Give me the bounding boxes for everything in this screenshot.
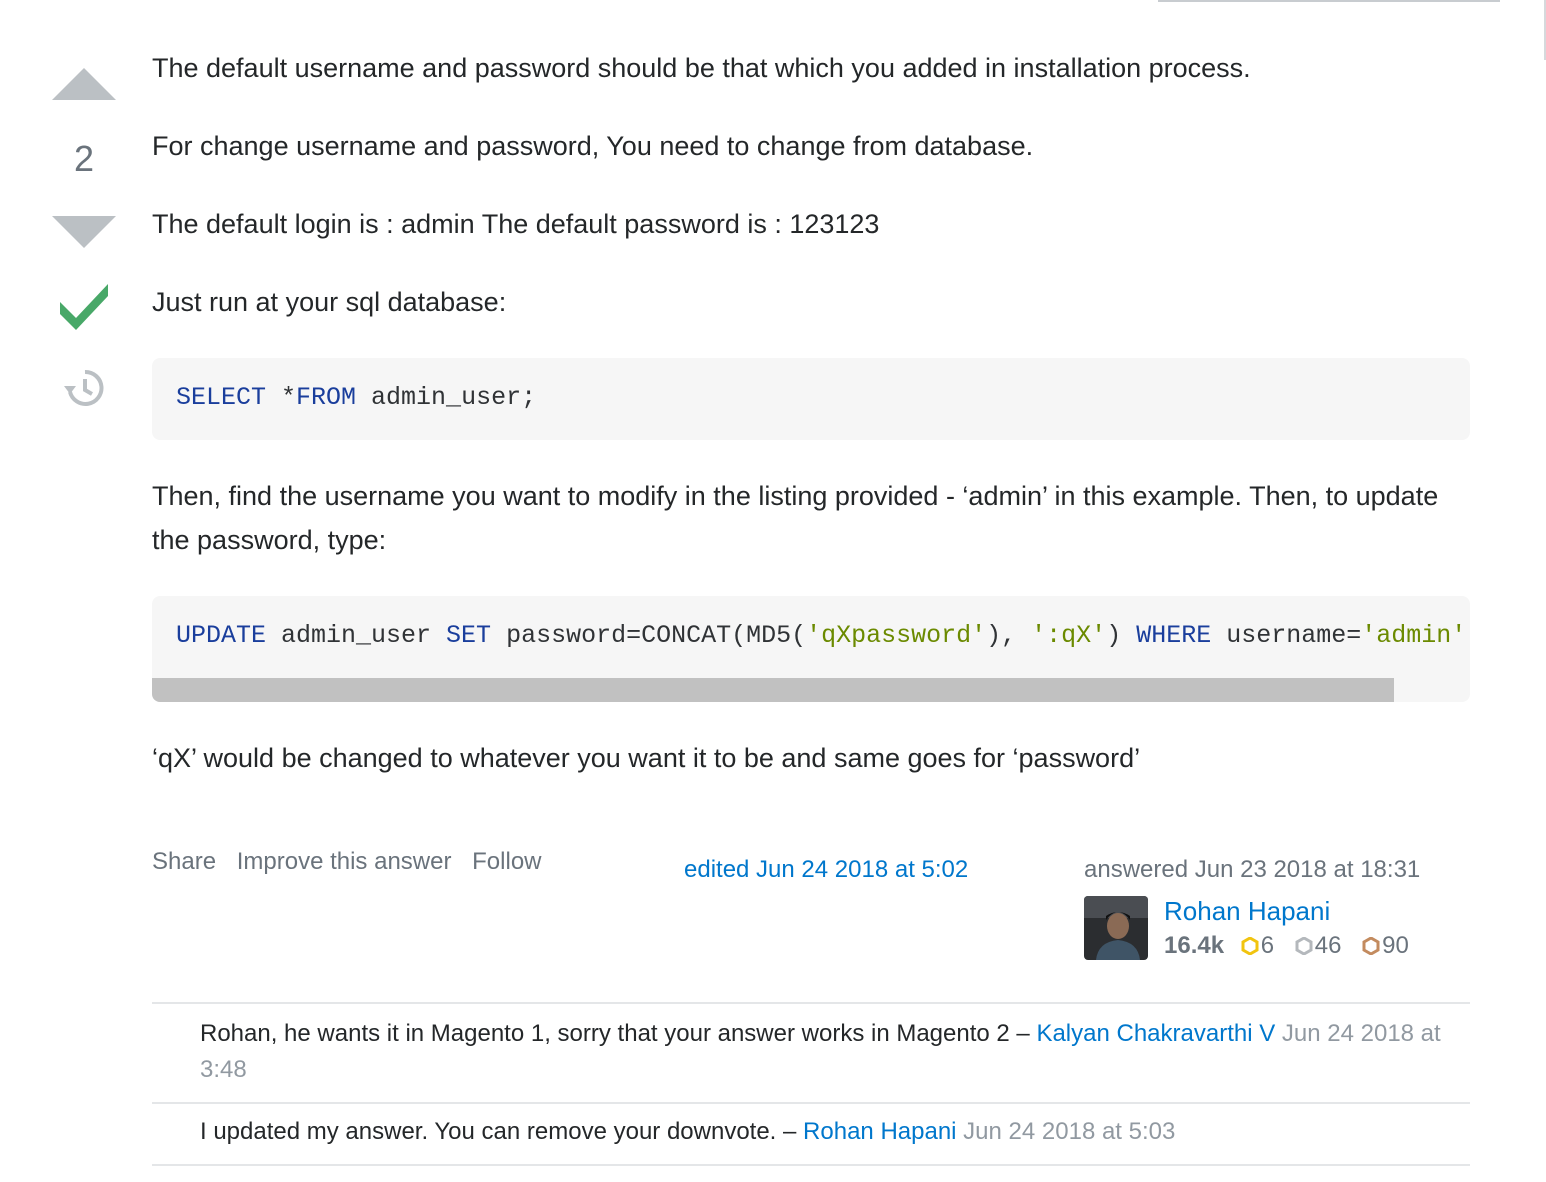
code-text: admin_user [266,621,447,650]
comment: I updated my answer. You can remove your… [200,1114,1460,1150]
horizontal-scrollbar[interactable] [152,678,1394,702]
silver-badge-icon [1295,937,1313,955]
code-keyword: UPDATE [176,621,267,650]
code-keyword: SELECT [176,383,267,412]
follow-link[interactable]: Follow [472,848,541,875]
comment-divider [152,1002,1470,1004]
code-string: 'qXpassword' [806,621,987,650]
comment-user-link[interactable]: Kalyan Chakravarthi V [1036,1020,1275,1047]
paragraph: The default login is : admin The default… [152,209,880,239]
paragraph: For change username and password, You ne… [152,131,1034,161]
paragraph: Just run at your sql database: [152,287,507,317]
paragraph: Then, find the username you want to modi… [152,481,1439,555]
code-block-select: SELECT *FROM admin_user; [152,358,1470,440]
paragraph: The default username and password should… [152,53,1251,83]
share-link[interactable]: Share [152,848,216,875]
reputation-score: 16.4k [1164,932,1225,959]
downvote-arrow-icon[interactable] [52,216,116,248]
code-text: * [266,383,297,412]
comment: Rohan, he wants it in Magento 1, sorry t… [200,1016,1460,1088]
user-stats: 16.4k 6 46 90 [1164,932,1423,960]
gold-badge-icon [1241,937,1259,955]
paragraph: ‘qX’ would be changed to whatever you wa… [152,743,1141,773]
code-block-update: UPDATE admin_user SET password=CONCAT(MD… [152,596,1470,702]
bronze-badges: 90 [1362,932,1409,959]
code-text: password=CONCAT(MD5( [491,621,807,650]
code-text: username= [1211,621,1362,650]
bronze-badge-count: 90 [1382,932,1409,959]
edited-link[interactable]: edited Jun 24 2018 at 5:02 [684,856,968,884]
answered-timestamp: answered Jun 23 2018 at 18:31 [1084,856,1421,883]
bronze-badge-icon [1362,937,1380,955]
gold-badge-count: 6 [1260,932,1275,959]
top-divider [1158,0,1500,2]
answer-body: The default username and password should… [152,46,1470,814]
improve-answer-link[interactable]: Improve this answer [237,848,452,875]
comment-divider [152,1164,1470,1166]
code-text: ), [986,621,1032,650]
post-menu: Share Improve this answer Follow [152,848,556,876]
silver-badge-count: 46 [1314,932,1342,959]
comment-text: Rohan, he wants it in Magento 1, sorry t… [200,1020,1037,1047]
gold-badges: 6 [1241,932,1274,959]
code-keyword: WHERE [1136,621,1212,650]
comment-user-link[interactable]: Rohan Hapani [803,1118,956,1145]
code-keyword: SET [446,621,492,650]
code-keyword: FROM [296,383,357,412]
code-string: 'admin'; [1361,621,1470,650]
comment-text: I updated my answer. You can remove your… [200,1118,804,1145]
code-text: ) [1106,621,1137,650]
user-avatar[interactable] [1084,896,1148,960]
silver-badges: 46 [1295,932,1342,959]
comment-date[interactable]: Jun 24 2018 at 5:03 [963,1118,1175,1145]
upvote-arrow-icon[interactable] [52,68,116,100]
accepted-check-icon [60,284,108,330]
vote-count: 2 [73,138,95,179]
comment-divider [152,1102,1470,1104]
code-text: admin_user; [356,383,537,412]
history-icon[interactable] [62,366,106,410]
code-string: ':qX' [1031,621,1107,650]
user-name-link[interactable]: Rohan Hapani [1164,896,1330,927]
